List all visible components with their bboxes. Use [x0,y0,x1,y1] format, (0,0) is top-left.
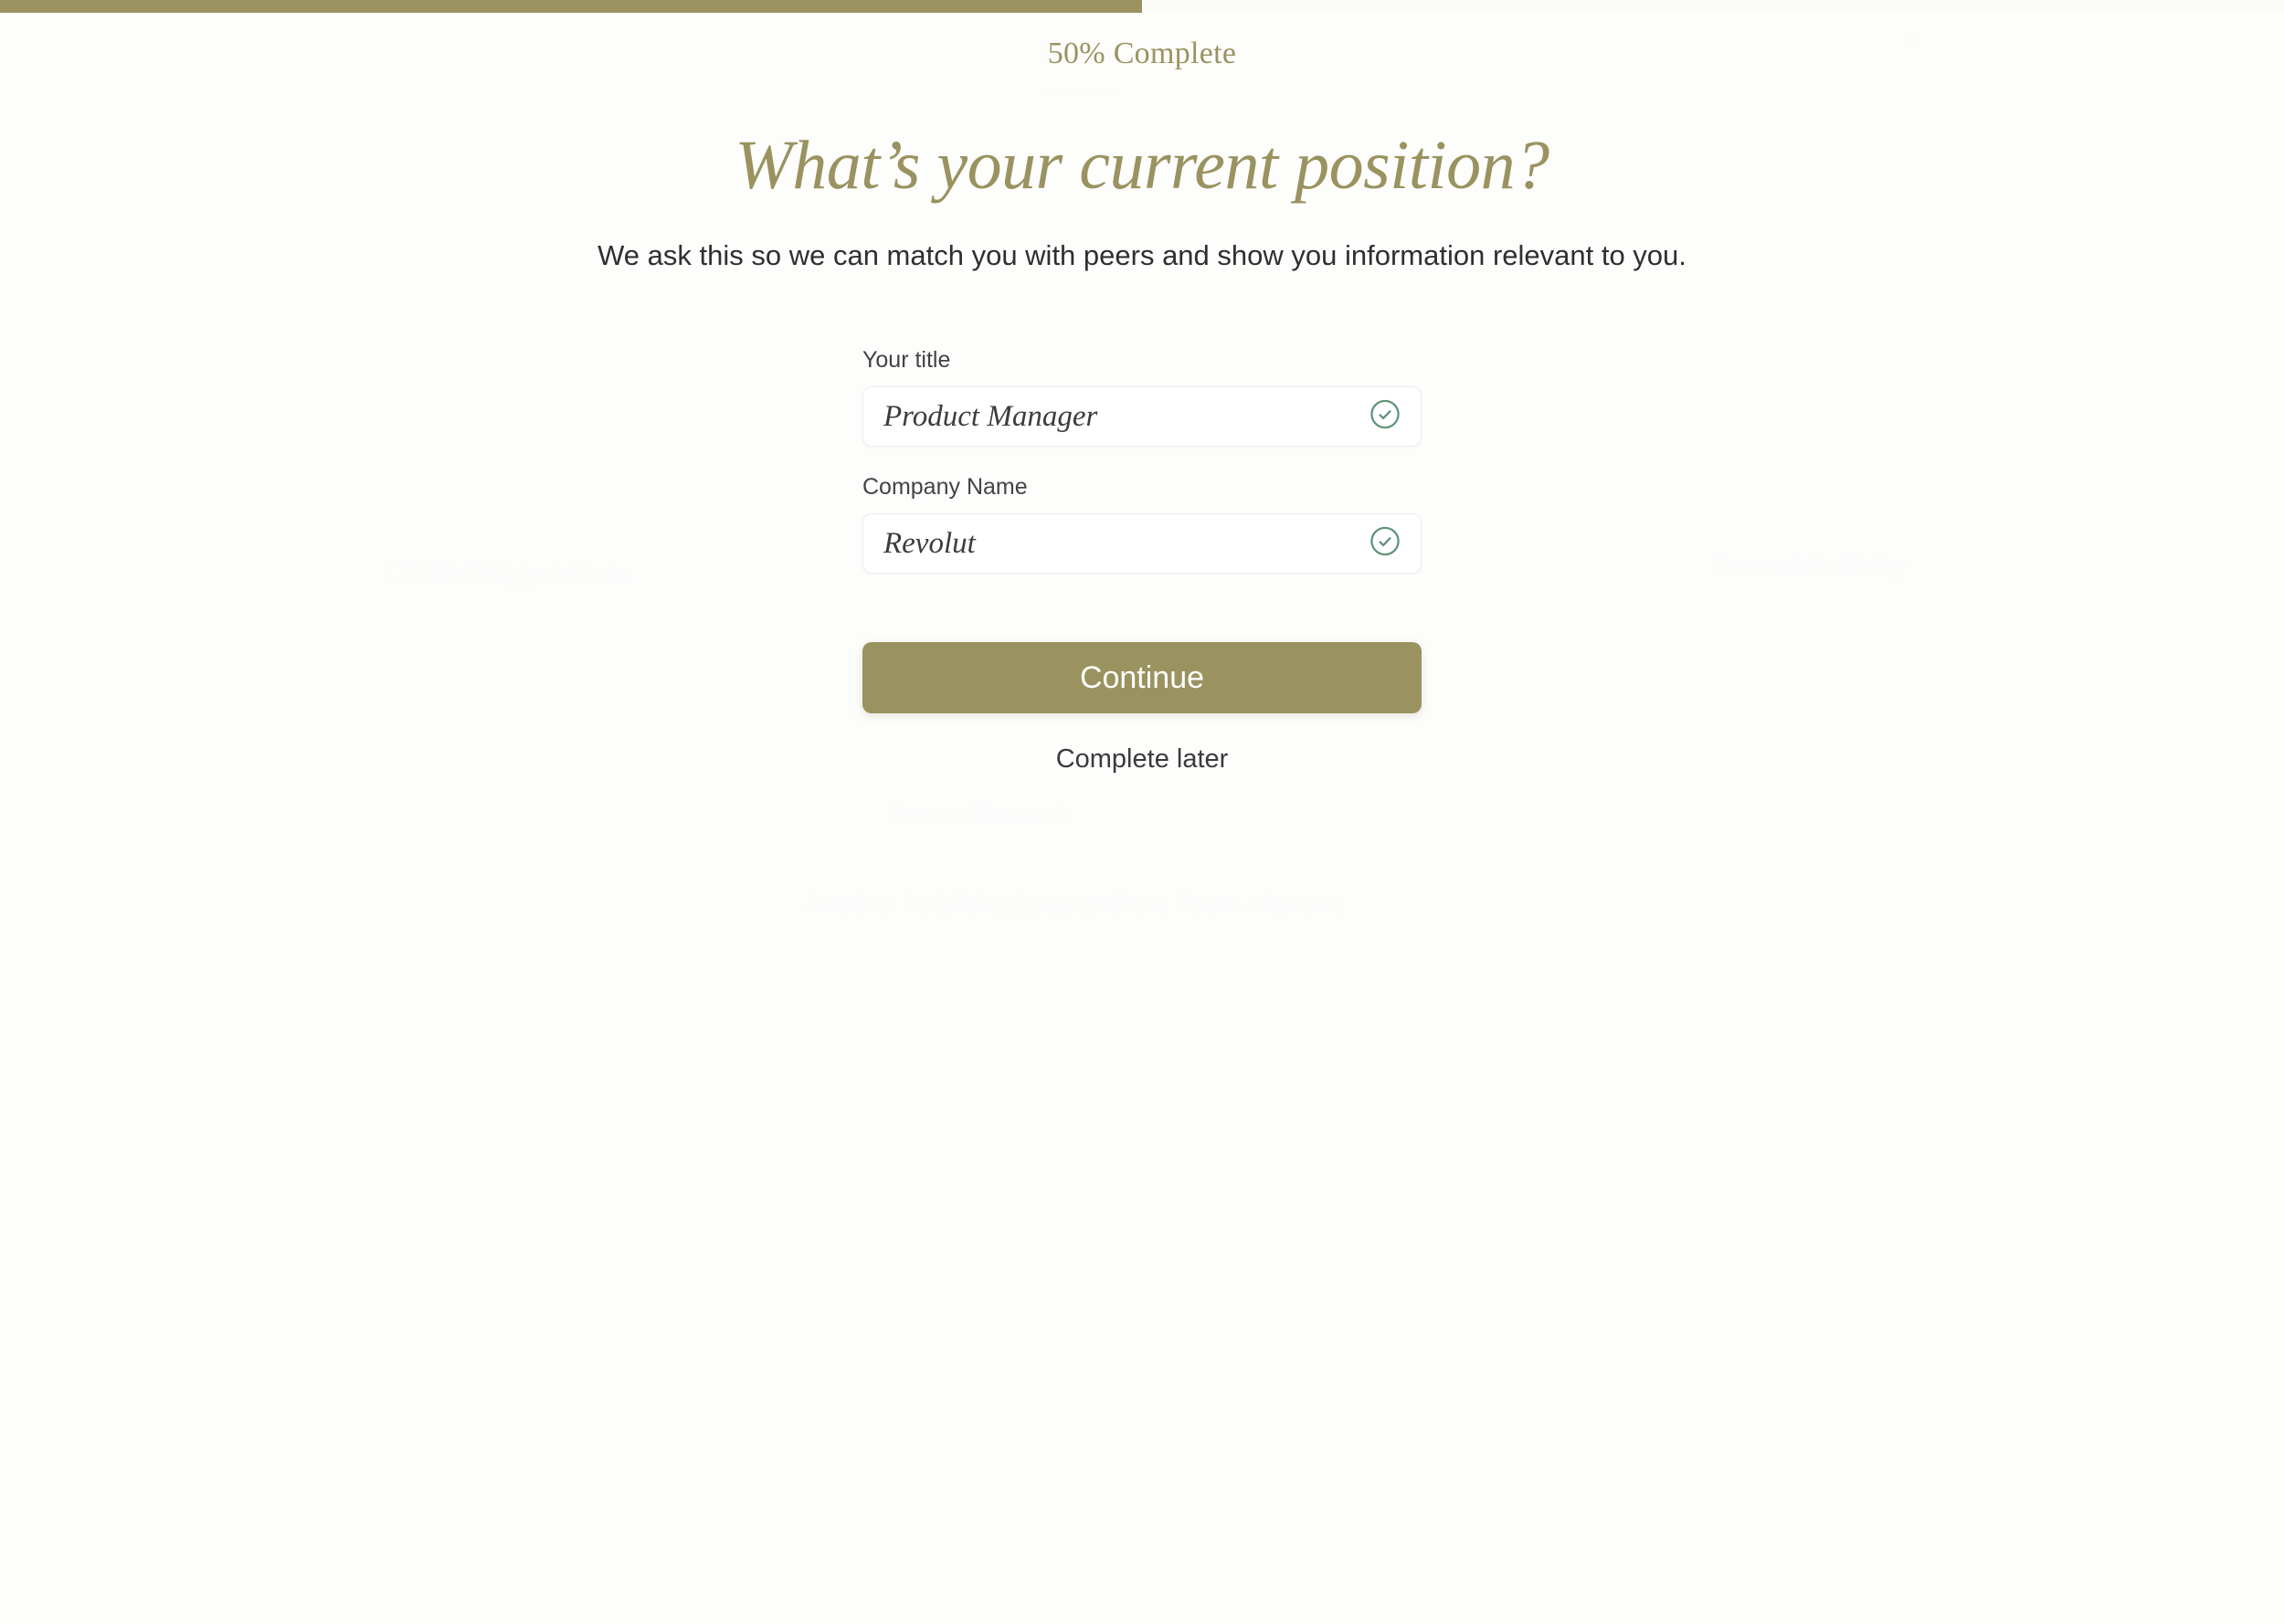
page-title: What’s your current position? [735,127,1549,204]
title-input-value: Product Manager [883,399,1098,433]
progress-percent-label: 50% Complete [1047,37,1237,70]
title-input[interactable]: Product Manager [862,386,1422,447]
continue-button[interactable]: Continue [862,642,1422,713]
onboarding-progress-bar [0,0,2284,13]
company-input[interactable]: Revolut [862,513,1422,574]
field-label: Company Name [862,474,1028,500]
check-circle-icon [1368,397,1402,437]
onboarding-header: What’s your current position? We ask thi… [0,127,2284,272]
company-input-value: Revolut [883,526,976,560]
complete-later-link[interactable]: Complete later [862,744,1422,775]
check-circle-icon [1368,524,1402,564]
onboarding-form: Your title Product Manager Company Name … [862,347,1422,775]
field-label: Your title [862,347,951,373]
app-root: A Search for a person, circle or event .… [0,0,2284,1624]
field-your-title: Your title Product Manager [862,347,1422,447]
onboarding-subtitle: We ask this so we can match you with pee… [597,238,1687,271]
onboarding-progress-fill [0,0,1142,13]
field-company-name: Company Name Revolut [862,474,1422,574]
